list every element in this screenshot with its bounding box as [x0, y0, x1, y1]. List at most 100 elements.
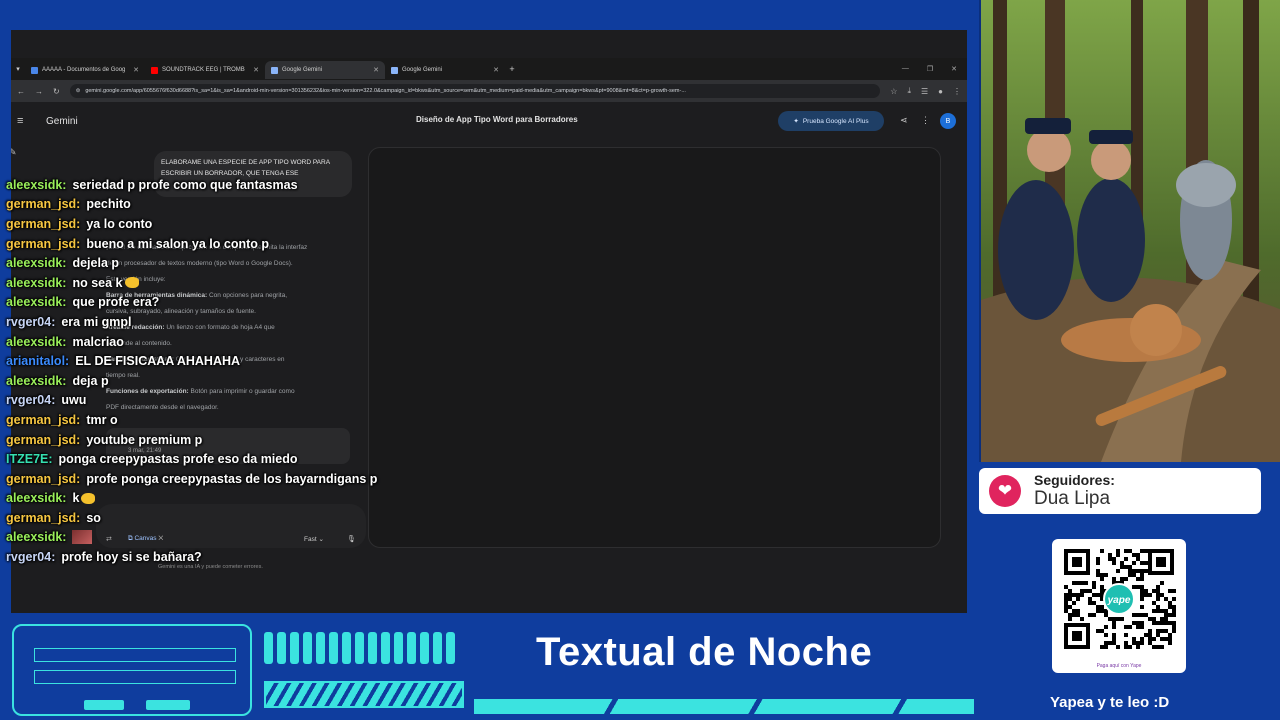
ai-plus-button[interactable]: ✦ Prueba Google AI Plus — [778, 111, 884, 131]
chat-username: aleexsidk: — [6, 256, 67, 271]
conversation-title: Diseño de App Tipo Word para Borradores — [416, 115, 578, 124]
qr-module — [1112, 561, 1116, 565]
chat-message: german_jsd: ya lo conto — [6, 214, 377, 234]
reload-icon[interactable]: ↻ — [53, 87, 60, 96]
user-avatar[interactable]: B — [940, 113, 956, 129]
chat-username: ITZE7E: — [6, 452, 53, 467]
qr-module — [1156, 597, 1160, 601]
qr-module — [1096, 557, 1100, 561]
qr-module — [1120, 577, 1124, 581]
back-icon[interactable]: ← — [17, 87, 25, 96]
qr-module — [1156, 589, 1160, 593]
qr-module — [1172, 597, 1176, 601]
qr-module — [1088, 589, 1092, 593]
qr-module — [1160, 621, 1164, 625]
chat-message: rvger04: profe hoy si se bañara? — [6, 547, 377, 567]
download-icon[interactable]: ⤓ — [907, 86, 911, 96]
qr-module — [1096, 569, 1100, 573]
qr-module — [1172, 625, 1176, 629]
profile-icon[interactable]: ● — [938, 87, 943, 96]
tab-close-icon[interactable]: ✕ — [133, 66, 139, 74]
qr-module — [1100, 629, 1104, 633]
chat-username-text: german_jsd — [6, 236, 77, 251]
browser-tab[interactable]: SOUNDTRACK EEG | TROMB ✕ — [145, 61, 265, 79]
chat-username-text: arianitalol — [6, 354, 66, 369]
tab-close-icon[interactable]: ✕ — [493, 66, 499, 74]
qr-module — [1156, 593, 1160, 597]
qr-module — [1140, 605, 1144, 609]
chat-message: aleexsidk: malcriao — [6, 332, 377, 352]
hamburger-menu-icon[interactable]: ≡ — [17, 115, 33, 127]
qr-module — [1156, 609, 1160, 613]
emote-image — [72, 530, 93, 545]
chat-message: aleexsidk: seriedad p profe como que fant… — [6, 175, 377, 195]
gemini-icon — [391, 66, 398, 74]
chat-message: aleexsidk: no sea k — [6, 273, 377, 293]
qr-module — [1136, 577, 1140, 581]
qr-module — [1148, 633, 1152, 637]
forward-icon[interactable]: → — [35, 87, 43, 96]
qr-module — [1128, 565, 1132, 569]
chat-username-text: german_jsd — [6, 510, 77, 525]
qr-module — [1112, 621, 1116, 625]
qr-module — [1152, 617, 1156, 621]
qr-module — [1152, 621, 1156, 625]
site-info-icon[interactable]: ⊜ — [76, 88, 81, 94]
decor-stripe-bar — [264, 681, 464, 708]
qr-module — [1168, 637, 1172, 641]
qr-module — [1160, 629, 1164, 633]
qr-module — [1116, 617, 1120, 621]
new-tab-button[interactable]: + — [505, 64, 519, 74]
decor-bar — [355, 632, 364, 664]
maximize-icon[interactable]: ❐ — [927, 65, 933, 73]
chat-text: no sea k — [72, 275, 123, 290]
chat-text: bueno a mi salon ya lo conto p — [86, 236, 270, 251]
qr-module — [1112, 617, 1116, 621]
gemini-header: ≡ Gemini Diseño de App Tipo Word para Bo… — [11, 102, 967, 140]
heart-icon: ❤ — [989, 475, 1021, 507]
qr-module — [1068, 617, 1072, 621]
qr-module — [1140, 549, 1144, 553]
new-chat-icon[interactable]: ✎ — [11, 147, 17, 158]
qr-module — [1148, 641, 1152, 645]
chat-username: rvger04: — [6, 393, 56, 408]
tab-label: SOUNDTRACK EEG | TROMB — [162, 67, 245, 73]
qr-module — [1116, 645, 1120, 649]
qr-module — [1120, 617, 1124, 621]
qr-module — [1128, 573, 1132, 577]
chat-text: EL DE FISICAAA AHAHAHA — [75, 354, 241, 369]
tab-search-icon[interactable]: ▾ — [11, 65, 25, 73]
browser-tab[interactable]: Google Gemini ✕ — [265, 61, 385, 79]
tab-close-icon[interactable]: ✕ — [253, 66, 259, 74]
qr-module — [1100, 549, 1104, 553]
chat-message: ITZE7E: ponga creepypastas profe eso da m… — [6, 449, 377, 469]
qr-module — [1064, 609, 1068, 613]
qr-module — [1124, 577, 1128, 581]
qr-module — [1136, 621, 1140, 625]
qr-module — [1144, 549, 1148, 553]
qr-module — [1080, 593, 1084, 597]
more-options-icon[interactable]: ⋮ — [921, 115, 930, 126]
browser-menu-icon[interactable]: ⋮ — [953, 87, 961, 96]
qr-module — [1100, 609, 1104, 613]
share-icon[interactable]: ⋖ — [900, 115, 908, 126]
url-bar: ← → ↻ ⊜ gemini.google.com/app/6055676f63… — [11, 80, 967, 102]
chat-username-text: aleexsidk — [6, 256, 63, 271]
tab-close-icon[interactable]: ✕ — [373, 66, 379, 74]
qr-module — [1104, 625, 1108, 629]
qr-module — [1096, 629, 1100, 633]
browser-tab[interactable]: Google Gemini ✕ — [385, 61, 505, 79]
extensions-icon[interactable]: ☰ — [921, 87, 928, 96]
qr-module — [1136, 645, 1140, 649]
qr-module — [1152, 645, 1156, 649]
decor-bar — [316, 632, 325, 664]
browser-tab[interactable]: AAAAA - Documentos de Goog ✕ — [25, 61, 145, 79]
close-window-icon[interactable]: ✕ — [951, 65, 957, 73]
qr-module — [1160, 645, 1164, 649]
chat-username-text: aleexsidk — [6, 295, 63, 310]
decor-bar — [329, 632, 338, 664]
bookmark-icon[interactable]: ☆ — [890, 87, 897, 96]
chat-message: aleexsidk: dejela p — [6, 253, 377, 273]
address-input[interactable]: ⊜ gemini.google.com/app/6055676f630d6688… — [69, 84, 881, 98]
minimize-icon[interactable]: — — [902, 65, 909, 73]
